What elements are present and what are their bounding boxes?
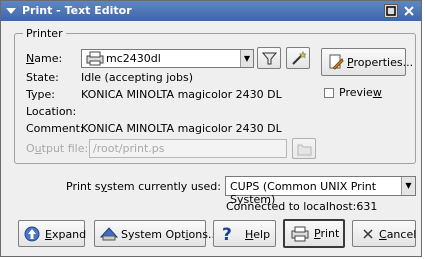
- print-system-label: Print system currently used:: [66, 180, 221, 193]
- filter-button[interactable]: [257, 47, 281, 69]
- chevron-down-icon: ▼: [240, 50, 253, 67]
- properties-button[interactable]: Properties...: [321, 48, 413, 76]
- expand-arrow-icon: [24, 226, 40, 242]
- print-system-select[interactable]: CUPS (Common UNIX Print System) ▼: [225, 176, 416, 206]
- system-options-label: System Options...: [121, 228, 219, 241]
- comment-value: KONICA MINOLTA magicolor 2430 DL: [81, 122, 282, 135]
- close-icon[interactable]: [402, 4, 416, 18]
- name-label: Name:: [26, 52, 63, 65]
- state-label: State:: [26, 71, 59, 84]
- connection-status: Connected to localhost:631: [226, 200, 378, 213]
- printer-group-title: Printer: [23, 27, 66, 40]
- window-title: Print - Text Editor: [22, 4, 132, 17]
- printer-icon: [291, 226, 309, 242]
- preview-label[interactable]: Preview: [339, 86, 382, 99]
- help-button[interactable]: ? Help: [213, 220, 276, 247]
- printer-name-value: mc2430dl: [106, 52, 161, 65]
- wizard-button[interactable]: [286, 47, 310, 69]
- type-value: KONICA MINOLTA magicolor 2430 DL: [81, 88, 282, 101]
- printer-icon: [86, 51, 104, 69]
- location-label: Location:: [26, 105, 77, 118]
- cancel-label: Cancel: [379, 228, 417, 241]
- system-options-button[interactable]: System Options...: [94, 220, 218, 247]
- cancel-button[interactable]: Cancel: [352, 220, 416, 247]
- print-label: Print: [314, 227, 340, 240]
- funnel-icon: [262, 52, 277, 65]
- pencil-icon: [329, 54, 344, 70]
- browse-file-button[interactable]: [292, 138, 316, 159]
- output-file-value: /root/print.ps: [93, 142, 165, 155]
- print-button[interactable]: Print: [283, 219, 345, 248]
- type-label: Type:: [26, 88, 55, 101]
- preview-checkbox[interactable]: [324, 88, 334, 98]
- output-file-input[interactable]: /root/print.ps: [89, 139, 287, 158]
- magic-wand-icon: [292, 51, 306, 65]
- output-file-label: Output file:: [26, 142, 89, 155]
- expand-label: Expand: [45, 228, 87, 241]
- properties-label: Properties...: [347, 56, 414, 69]
- printer-settings-icon: [100, 227, 118, 241]
- close-icon: [363, 229, 373, 239]
- title-bar: Print - Text Editor: [1, 1, 421, 21]
- comment-label: Comment:: [26, 122, 84, 135]
- maximize-icon[interactable]: [384, 4, 398, 18]
- chevron-down-icon[interactable]: [4, 4, 18, 18]
- state-value: Idle (accepting jobs): [81, 71, 194, 84]
- help-label: Help: [245, 228, 271, 241]
- svg-text:?: ?: [222, 225, 232, 243]
- print-dialog: Print - Text Editor Printer Name: mc2430…: [0, 0, 422, 257]
- chevron-down-icon: ▼: [401, 177, 415, 195]
- expand-button[interactable]: Expand: [18, 220, 87, 247]
- help-icon: ?: [222, 225, 232, 243]
- printer-name-select[interactable]: mc2430dl ▼: [81, 49, 254, 68]
- folder-icon: [297, 144, 312, 156]
